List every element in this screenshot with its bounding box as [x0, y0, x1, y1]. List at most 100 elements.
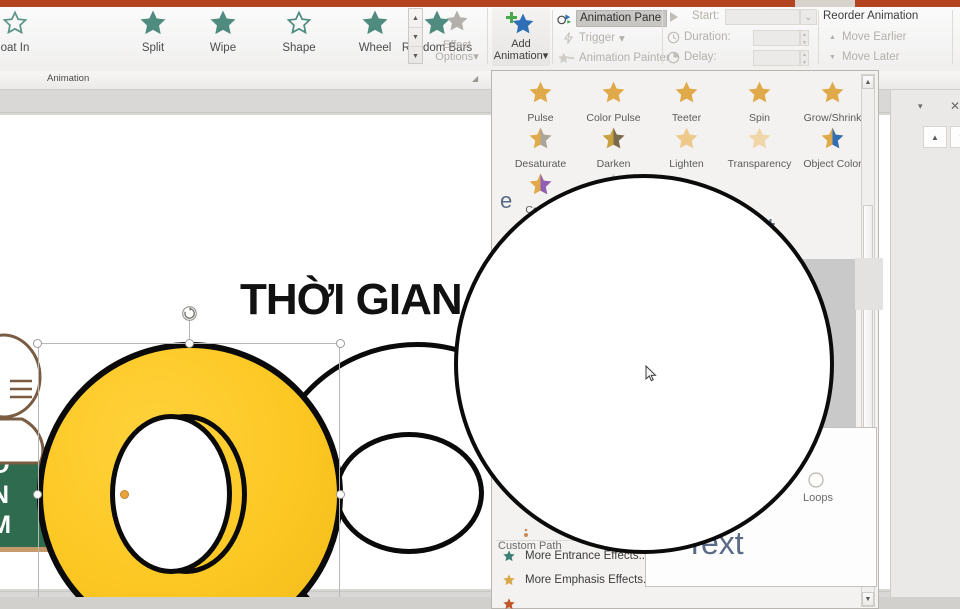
star-darken-icon — [602, 127, 625, 149]
dropdown-effect-object-color[interactable]: Object Color — [796, 125, 869, 170]
dropdown-effect-color-pulse[interactable]: Color Pulse — [577, 79, 650, 124]
animation-pane-icon — [557, 13, 572, 24]
gallery-scroll-down[interactable]: ▼ — [409, 28, 422, 47]
dropdown-effect-transparency[interactable]: Transparency — [723, 125, 796, 170]
selection-handle-tl[interactable] — [33, 339, 42, 348]
star-icon — [362, 10, 388, 35]
duration-stepper[interactable]: ▲ ▼ — [800, 30, 809, 46]
gallery-item-oat-in[interactable]: oat In — [0, 10, 52, 54]
dropdown-effect-spin[interactable]: Spin — [723, 79, 796, 124]
animation-painter-button[interactable]: Animation Painter — [558, 51, 670, 65]
star-icon — [210, 10, 236, 35]
play-icon — [670, 12, 678, 22]
dropdown-effect-label: Spin — [748, 112, 770, 124]
move-later-icon: ▼ — [829, 53, 836, 61]
loops-label: Loops — [803, 492, 833, 504]
gallery-item-label: Split — [141, 42, 165, 54]
star-icon — [286, 10, 312, 35]
dropdown-effect-label: Lighten — [669, 158, 704, 170]
rotate-handle-icon[interactable] — [181, 305, 198, 322]
add-star-icon — [506, 12, 534, 34]
dropdown-effect-desaturate[interactable]: Desaturate — [504, 125, 577, 170]
chevron-down-icon[interactable]: ▾ — [918, 101, 923, 112]
move-later-button[interactable]: ▼ Move Later — [829, 51, 899, 63]
star-icon — [503, 598, 515, 609]
trigger-label: Trigger — [579, 32, 615, 44]
star-desaturate-icon — [529, 127, 552, 149]
animation-painter-label: Animation Painter — [579, 52, 670, 64]
exit-label-e: e — [500, 188, 513, 213]
effect-options-button[interactable]: Effect Options▾ — [428, 8, 486, 63]
dropdown-effect-teeter[interactable]: Teeter — [650, 79, 723, 124]
circle-inner-outline-shape[interactable] — [334, 432, 484, 554]
title-bar — [0, 0, 960, 7]
right-side-panel — [890, 90, 960, 609]
selection-handle-ml[interactable] — [33, 490, 42, 499]
effect-options-label-1: Effect — [443, 39, 471, 51]
gallery-item-shape[interactable]: Shape — [262, 10, 336, 54]
dropdown-effect-label: Grow/Shrink — [803, 112, 862, 124]
dropdown-effect-grow-shrink[interactable]: Grow/Shrink — [796, 79, 869, 124]
loops-icon — [808, 472, 824, 488]
ribbon-divider-2 — [552, 10, 553, 64]
delay-input[interactable] — [753, 50, 800, 66]
dropdown-scroll-down[interactable]: ▼ — [862, 592, 874, 606]
star-icon — [503, 574, 515, 586]
add-animation-label-2: Animation▾ — [493, 50, 549, 62]
star-grow-icon — [821, 81, 844, 103]
dropdown-effect-label: Desaturate — [514, 158, 567, 170]
app-window: oat In Split Wipe Shape Wheel Random Bars ▲ ▼… — [0, 0, 960, 609]
gallery-item-split[interactable]: Split — [116, 10, 190, 54]
more-exit-effects-item[interactable] — [494, 593, 854, 609]
ribbon-divider-5 — [952, 10, 953, 64]
delay-stepper[interactable]: ▲ ▼ — [800, 50, 809, 66]
selection-handle-tc[interactable] — [185, 339, 194, 348]
page-title[interactable]: THỜI GIAN — [240, 275, 463, 325]
more-emphasis-effects-label: More Emphasis Effects... — [525, 574, 653, 586]
ribbon-divider-4 — [818, 10, 819, 64]
duration-input[interactable] — [753, 30, 800, 46]
clock-icon — [667, 31, 680, 44]
move-earlier-button[interactable]: ▲ Move Earlier — [829, 31, 907, 43]
start-dropdown-arrow[interactable]: ⌄ — [800, 9, 817, 25]
animation-pane-label: Animation Pane — [576, 10, 668, 27]
selection-handle-mr[interactable] — [336, 490, 345, 499]
dropdown-scroll-up[interactable]: ▲ — [862, 75, 874, 89]
custom-path-icon — [524, 528, 528, 537]
delay-clock-icon — [667, 51, 680, 64]
add-animation-button[interactable]: Add Animation▾ — [492, 8, 550, 66]
selection-frame — [38, 343, 340, 609]
gallery-row-highlight — [855, 258, 883, 310]
star-transparency-icon — [748, 127, 771, 149]
add-animation-label-1: Add — [511, 38, 531, 50]
trigger-button[interactable]: Trigger ▾ — [562, 31, 625, 45]
gallery-item-wipe[interactable]: Wipe — [186, 10, 260, 54]
gallery-item-label: Shape — [282, 42, 316, 54]
dropdown-effect-label: Object Color — [803, 158, 862, 170]
painter-star-icon — [558, 52, 575, 64]
custom-path-label: Custom Path — [498, 540, 562, 552]
panel-scroll-down-button[interactable]: ▼ — [950, 126, 960, 148]
panel-scroll-up-button[interactable]: ▲ — [923, 126, 947, 148]
dropdown-effect-label: Color Pulse — [586, 112, 641, 124]
dropdown-effect-darken[interactable]: Darken — [577, 125, 650, 170]
animation-dialog-launcher[interactable]: ◢ — [472, 74, 481, 83]
gallery-item-label: oat In — [0, 42, 30, 54]
dropdown-effect-lighten[interactable]: Lighten — [650, 125, 723, 170]
dropdown-effect-pulse[interactable]: Pulse — [504, 79, 577, 124]
gallery-more[interactable]: ▼ — [409, 47, 422, 65]
title-bar-gap — [795, 0, 855, 7]
star-icon — [140, 10, 166, 35]
close-icon[interactable]: ✕ — [950, 99, 960, 113]
move-later-label: Move Later — [841, 51, 900, 63]
star-object-color-icon — [821, 127, 844, 149]
start-input[interactable] — [725, 9, 800, 25]
gallery-scrollbar[interactable]: ▲ ▼ ▼ — [408, 8, 423, 64]
star-complementary-icon — [529, 173, 552, 195]
dropdown-effect-label: Teeter — [671, 112, 702, 124]
adjust-handle[interactable] — [120, 490, 129, 499]
gallery-scroll-up[interactable]: ▲ — [409, 9, 422, 28]
animation-pane-button[interactable]: Animation Pane — [557, 10, 668, 27]
move-earlier-label: Move Earlier — [841, 31, 907, 43]
selection-handle-tr[interactable] — [336, 339, 345, 348]
